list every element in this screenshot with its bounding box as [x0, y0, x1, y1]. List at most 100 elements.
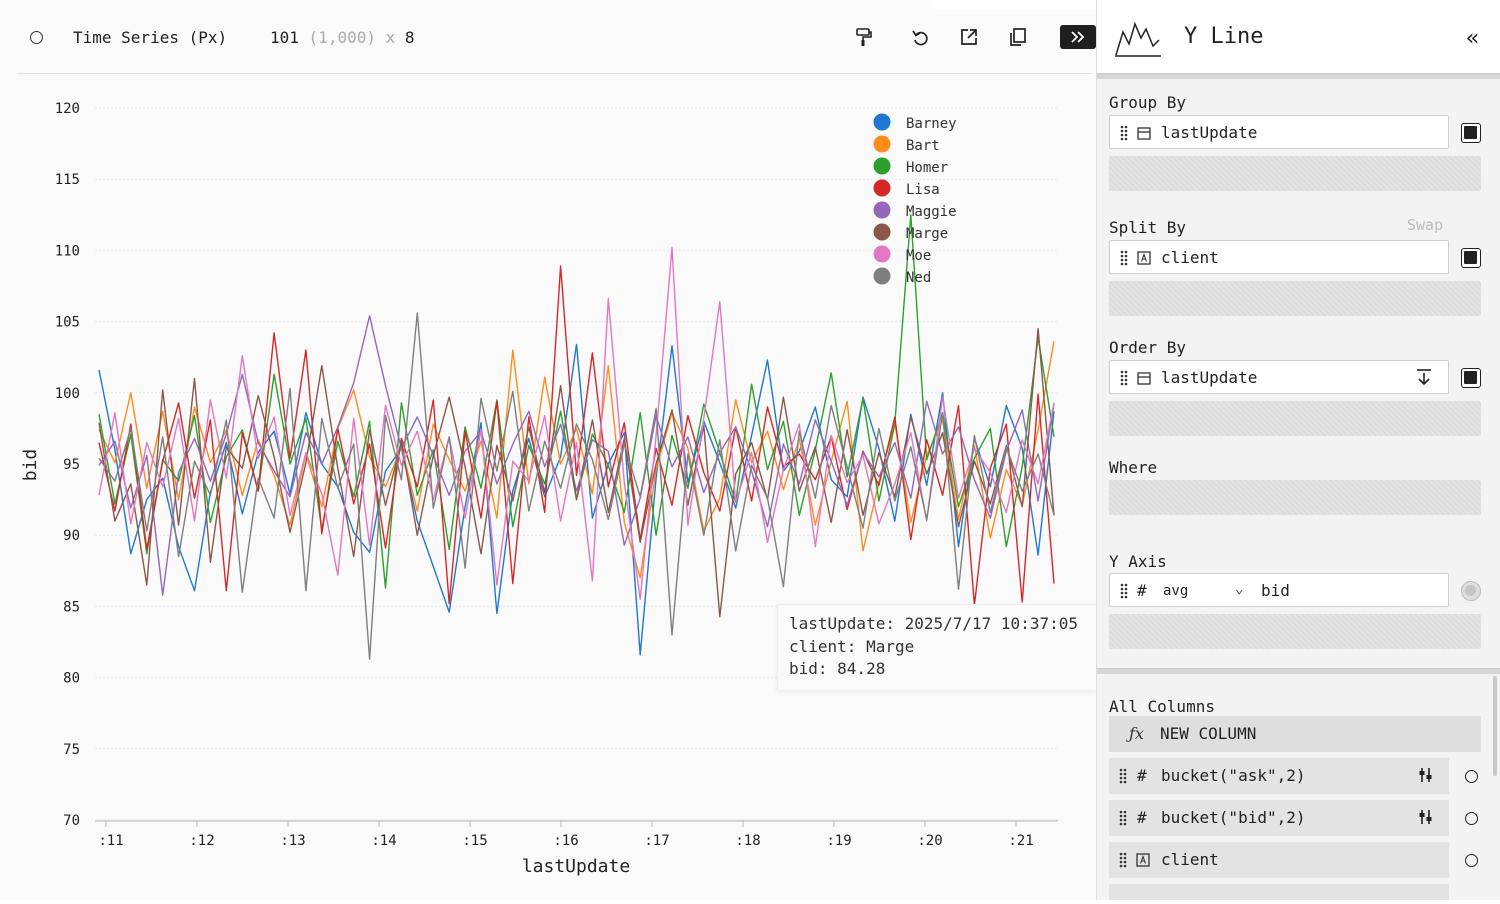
y-axis-ticks: 70 75 80 85 90 95 100 105 110 115 120: [55, 101, 80, 829]
plugin-name[interactable]: Y Line: [1184, 24, 1263, 49]
drag-handle-icon[interactable]: [1120, 250, 1128, 266]
column-row[interactable]: client: [1109, 842, 1449, 878]
legend-swatch[interactable]: [873, 113, 891, 131]
y-tick-label: 95: [63, 457, 80, 473]
group-by-value: lastUpdate: [1161, 123, 1258, 142]
y-axis-label: bid: [20, 449, 41, 482]
order-by-value: lastUpdate: [1161, 368, 1258, 387]
y-tick-label: 80: [63, 671, 80, 687]
column-visibility-toggle[interactable]: [1465, 770, 1478, 783]
legend-label[interactable]: Barney: [906, 116, 957, 132]
x-tick-label: :17: [644, 833, 669, 849]
drag-handle-icon[interactable]: [1120, 370, 1128, 386]
toolbar-divider: [17, 73, 1092, 74]
copy-button[interactable]: [1005, 24, 1031, 50]
order-by-dropzone[interactable]: [1109, 401, 1481, 436]
group-by-dropzone[interactable]: [1109, 156, 1481, 191]
sort-desc-icon[interactable]: [1415, 368, 1433, 386]
order-by-pill[interactable]: lastUpdate: [1109, 360, 1449, 394]
aggregate-select[interactable]: avg: [1163, 583, 1188, 599]
all-columns-label: All Columns: [1109, 697, 1215, 716]
legend-label[interactable]: Bart: [906, 138, 940, 154]
legend-swatch[interactable]: [873, 267, 891, 285]
chevron-down-icon[interactable]: ⌄: [1235, 581, 1243, 597]
total-rows: (1,000): [308, 28, 376, 47]
drag-handle-icon[interactable]: [1119, 852, 1127, 868]
order-by-toggle[interactable]: [1461, 368, 1481, 388]
split-by-toggle[interactable]: [1461, 248, 1481, 268]
y-axis-pill[interactable]: # avg ⌄ bid: [1109, 573, 1449, 607]
x-tick-label: :16: [553, 833, 578, 849]
column-count: 8: [404, 28, 415, 47]
drag-handle-icon[interactable]: [1120, 125, 1128, 141]
paint-roller-button[interactable]: [850, 24, 876, 50]
column-row[interactable]: # bucket("ask",2): [1109, 758, 1449, 794]
status-indicator-icon: [30, 31, 43, 44]
legend-label[interactable]: Ned: [906, 270, 931, 286]
legend-label[interactable]: Maggie: [906, 204, 957, 220]
calendar-icon: [1137, 372, 1151, 385]
string-type-icon: [1137, 251, 1151, 265]
y-tick-label: 115: [55, 172, 80, 188]
column-name: bucket("ask",2): [1161, 766, 1306, 785]
string-type-icon: [1136, 853, 1150, 867]
x-tick-label: :18: [735, 833, 760, 849]
new-column-button[interactable]: ƒx NEW COLUMN: [1109, 716, 1481, 752]
close-sidebar-button[interactable]: «: [1466, 26, 1479, 51]
sidebar-header-divider: [1097, 73, 1500, 79]
toolbar: Time Series (Px) 101 (1,000) x 8: [0, 0, 1096, 75]
legend-swatch[interactable]: [873, 157, 891, 175]
y-tick-label: 70: [63, 813, 80, 829]
line-chart[interactable]: 70 75 80 85 90 95 100 105 110 115 120 :11:12:13:14…: [0, 90, 1096, 900]
number-type-icon: #: [1137, 581, 1147, 600]
legend-swatch[interactable]: [873, 223, 891, 241]
drag-handle-icon[interactable]: [1119, 810, 1127, 826]
legend-label[interactable]: Marge: [906, 226, 948, 242]
order-by-label: Order By: [1109, 338, 1187, 357]
y-tick-label: 100: [55, 386, 80, 402]
group-by-pill[interactable]: lastUpdate: [1109, 115, 1449, 149]
x-tick-label: :15: [462, 833, 487, 849]
legend-label[interactable]: Lisa: [906, 182, 940, 198]
times-sign: x: [385, 28, 396, 47]
number-type-icon: #: [1137, 808, 1147, 827]
drag-handle-icon[interactable]: [1119, 768, 1127, 784]
legend[interactable]: Barney Bart Homer Lisa Maggie Marge Moe Ned: [873, 113, 957, 287]
x-tick-label: :14: [371, 833, 396, 849]
sliders-icon[interactable]: [1417, 766, 1435, 784]
chart-area[interactable]: 70 75 80 85 90 95 100 105 110 115 120 :11:12:13:14…: [0, 90, 1096, 900]
legend-swatch[interactable]: [873, 135, 891, 153]
sidebar-scrollbar[interactable]: [1493, 676, 1497, 776]
viewer-title[interactable]: Time Series (Px): [73, 28, 227, 47]
columns-divider[interactable]: [1097, 668, 1500, 674]
column-row[interactable]: # bucket("bid",2): [1109, 800, 1449, 836]
y-axis-toggle[interactable]: [1461, 581, 1481, 601]
drag-handle-icon[interactable]: [1120, 583, 1128, 599]
undo-button[interactable]: [907, 24, 933, 50]
where-dropzone[interactable]: [1109, 480, 1481, 515]
group-by-label: Group By: [1109, 93, 1187, 112]
export-icon: [961, 29, 977, 45]
legend-swatch[interactable]: [873, 201, 891, 219]
column-row[interactable]: [1109, 884, 1449, 900]
tooltip-line-2: client: Marge: [789, 636, 915, 656]
group-by-toggle[interactable]: [1461, 123, 1481, 143]
sliders-icon[interactable]: [1417, 808, 1435, 826]
undo-icon: [912, 30, 928, 46]
column-name: client: [1161, 850, 1219, 869]
split-by-pill[interactable]: client: [1109, 240, 1449, 274]
legend-swatch[interactable]: [873, 245, 891, 263]
split-by-dropzone[interactable]: [1109, 281, 1481, 316]
split-by-label: Split By: [1109, 218, 1187, 237]
column-visibility-toggle[interactable]: [1465, 854, 1478, 867]
legend-swatch[interactable]: [873, 179, 891, 197]
y-axis-dropzone[interactable]: [1109, 614, 1481, 649]
swap-button[interactable]: Swap: [1407, 216, 1443, 234]
legend-label[interactable]: Moe: [906, 248, 931, 264]
y-line-plugin-icon[interactable]: [1113, 16, 1163, 58]
legend-label[interactable]: Homer: [906, 160, 948, 176]
row-count-value: 101: [270, 28, 299, 47]
export-button[interactable]: [956, 24, 982, 50]
collapse-panel-button[interactable]: [1060, 25, 1096, 49]
column-visibility-toggle[interactable]: [1465, 812, 1478, 825]
